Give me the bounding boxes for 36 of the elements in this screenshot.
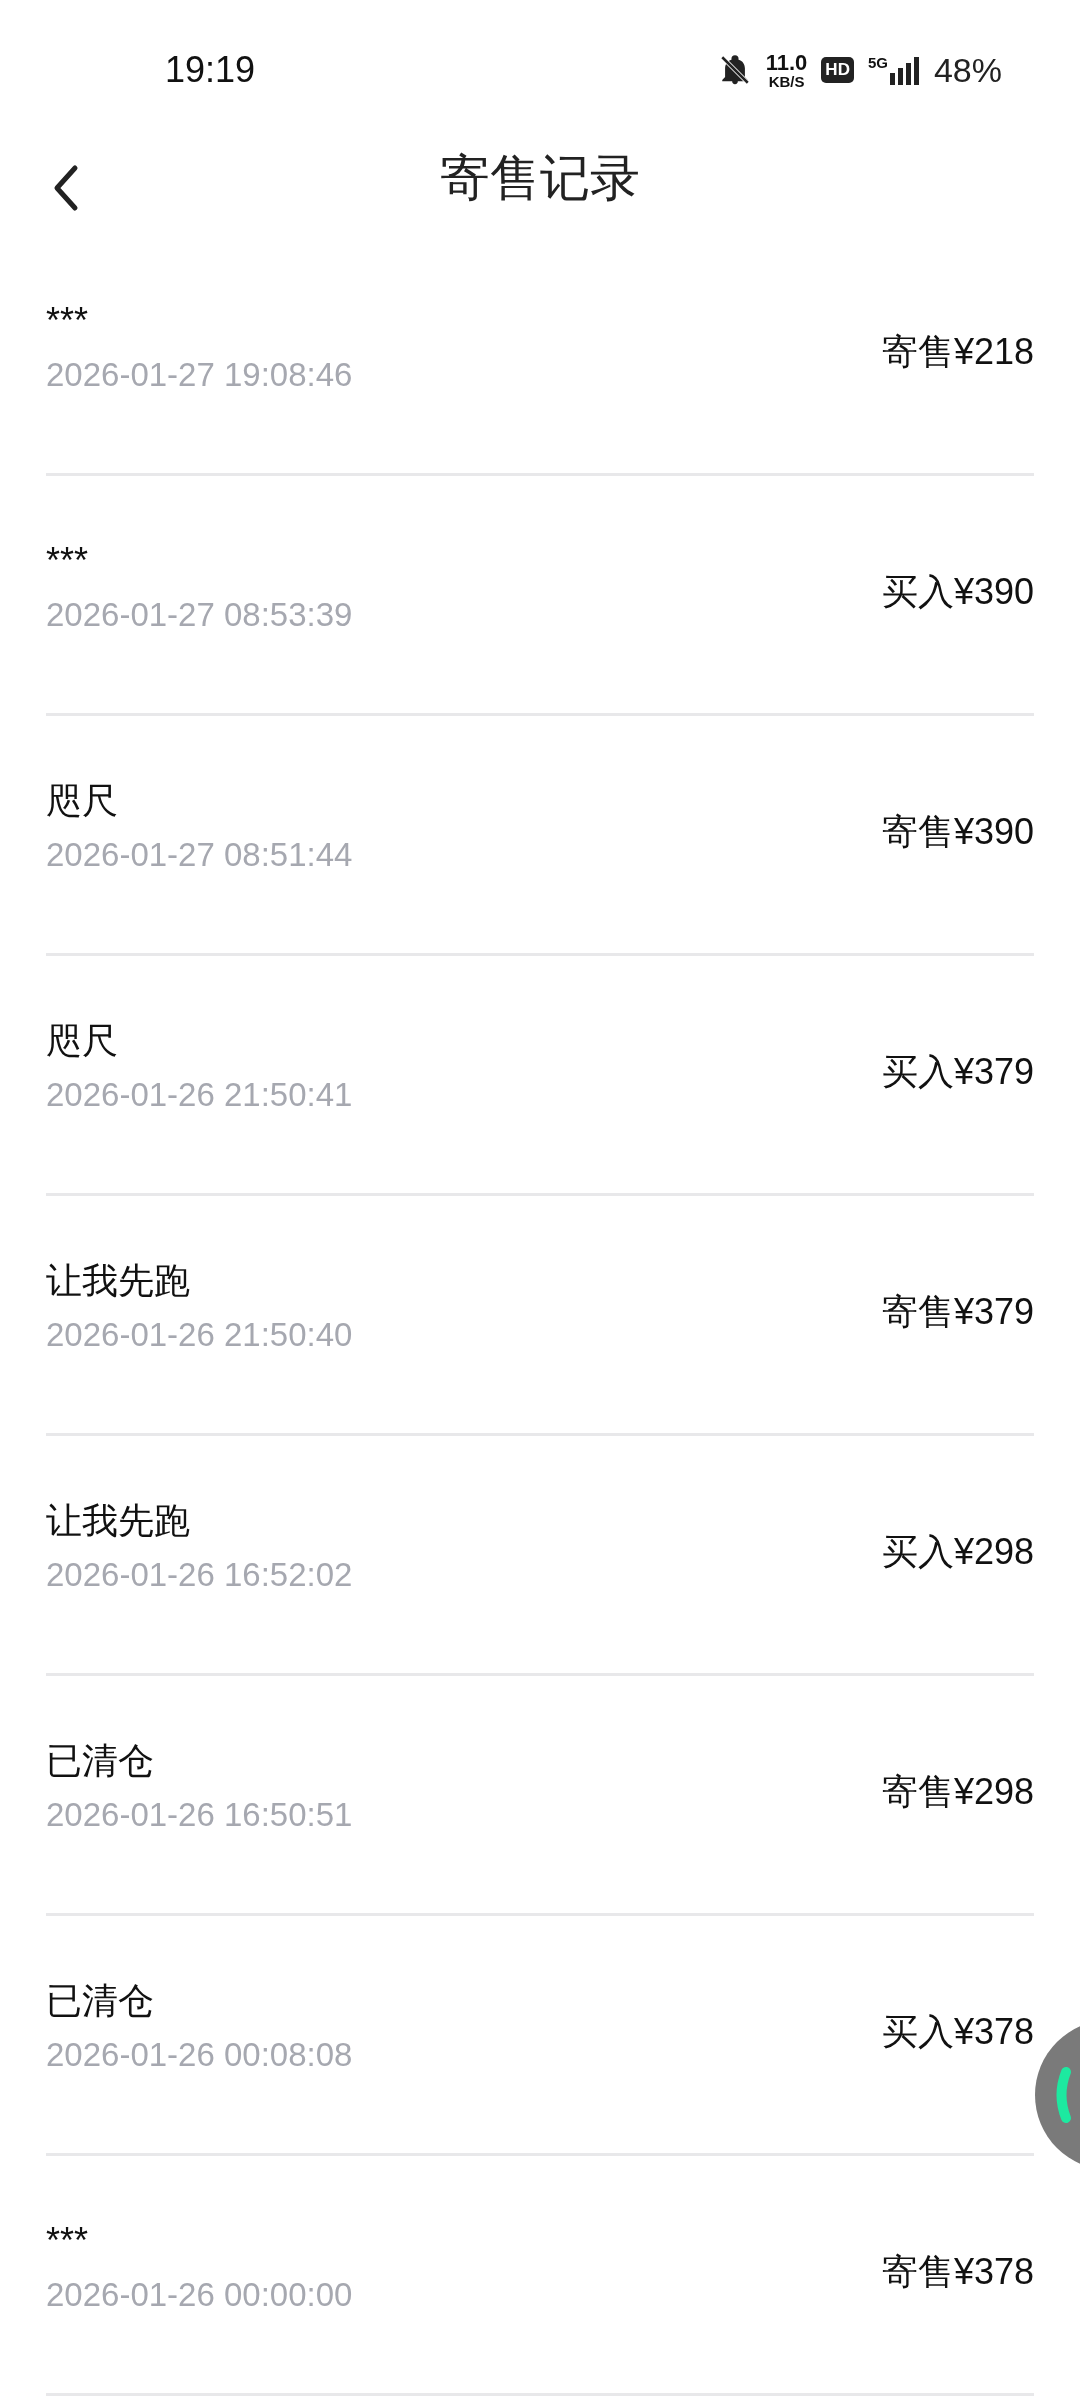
network-speed: 11.0 [765, 51, 808, 74]
record-name: *** [46, 298, 90, 343]
record-name: 咫尺 [46, 778, 119, 823]
record-time: 2026-01-26 21:50:40 [46, 1314, 354, 1355]
record-name: 让我先跑 [46, 1258, 191, 1303]
record-amount: 寄售¥379 [881, 1289, 1034, 1334]
network-type: 5G [867, 55, 888, 70]
record-time: 2026-01-26 16:52:02 [46, 1554, 354, 1595]
record-amount: 寄售¥298 [881, 1769, 1034, 1814]
status-time: 19:19 [165, 48, 256, 92]
record-name: 已清仓 [46, 1738, 155, 1783]
speed-unit: KB/S [768, 73, 805, 89]
record-amount: 寄售¥390 [881, 809, 1034, 854]
record-amount: 寄售¥378 [881, 2249, 1034, 2294]
page-title: 寄售记录 [440, 147, 640, 209]
record-time: 2026-01-26 00:08:08 [46, 2034, 354, 2075]
record-amount: 买入¥390 [881, 569, 1034, 614]
arc-icon [1053, 2067, 1073, 2123]
record-time: 2026-01-26 16:50:51 [46, 1794, 354, 1835]
record-amount: 买入¥378 [881, 2009, 1034, 2054]
record-time: 2026-01-27 08:51:44 [46, 834, 354, 875]
record-name: *** [46, 538, 90, 583]
record-name: 咫尺 [46, 1018, 119, 1063]
hd-badge: HD [821, 57, 854, 83]
record-amount: 寄售¥218 [881, 329, 1034, 374]
record-time: 2026-01-26 21:50:41 [46, 1074, 354, 1115]
record-amount: 买入¥379 [881, 1049, 1034, 1094]
record-name: 让我先跑 [46, 1498, 191, 1543]
record-name: 已清仓 [46, 1978, 155, 2023]
record-time: 2026-01-27 08:53:39 [46, 594, 354, 635]
record-amount: 买入¥298 [881, 1529, 1034, 1574]
record-time: 2026-01-27 19:08:46 [46, 354, 354, 395]
record-name: *** [46, 2218, 90, 2263]
signal-icon [889, 55, 920, 85]
battery-percent: 48% [933, 49, 1002, 91]
record-time: 2026-01-26 00:00:00 [46, 2274, 354, 2315]
